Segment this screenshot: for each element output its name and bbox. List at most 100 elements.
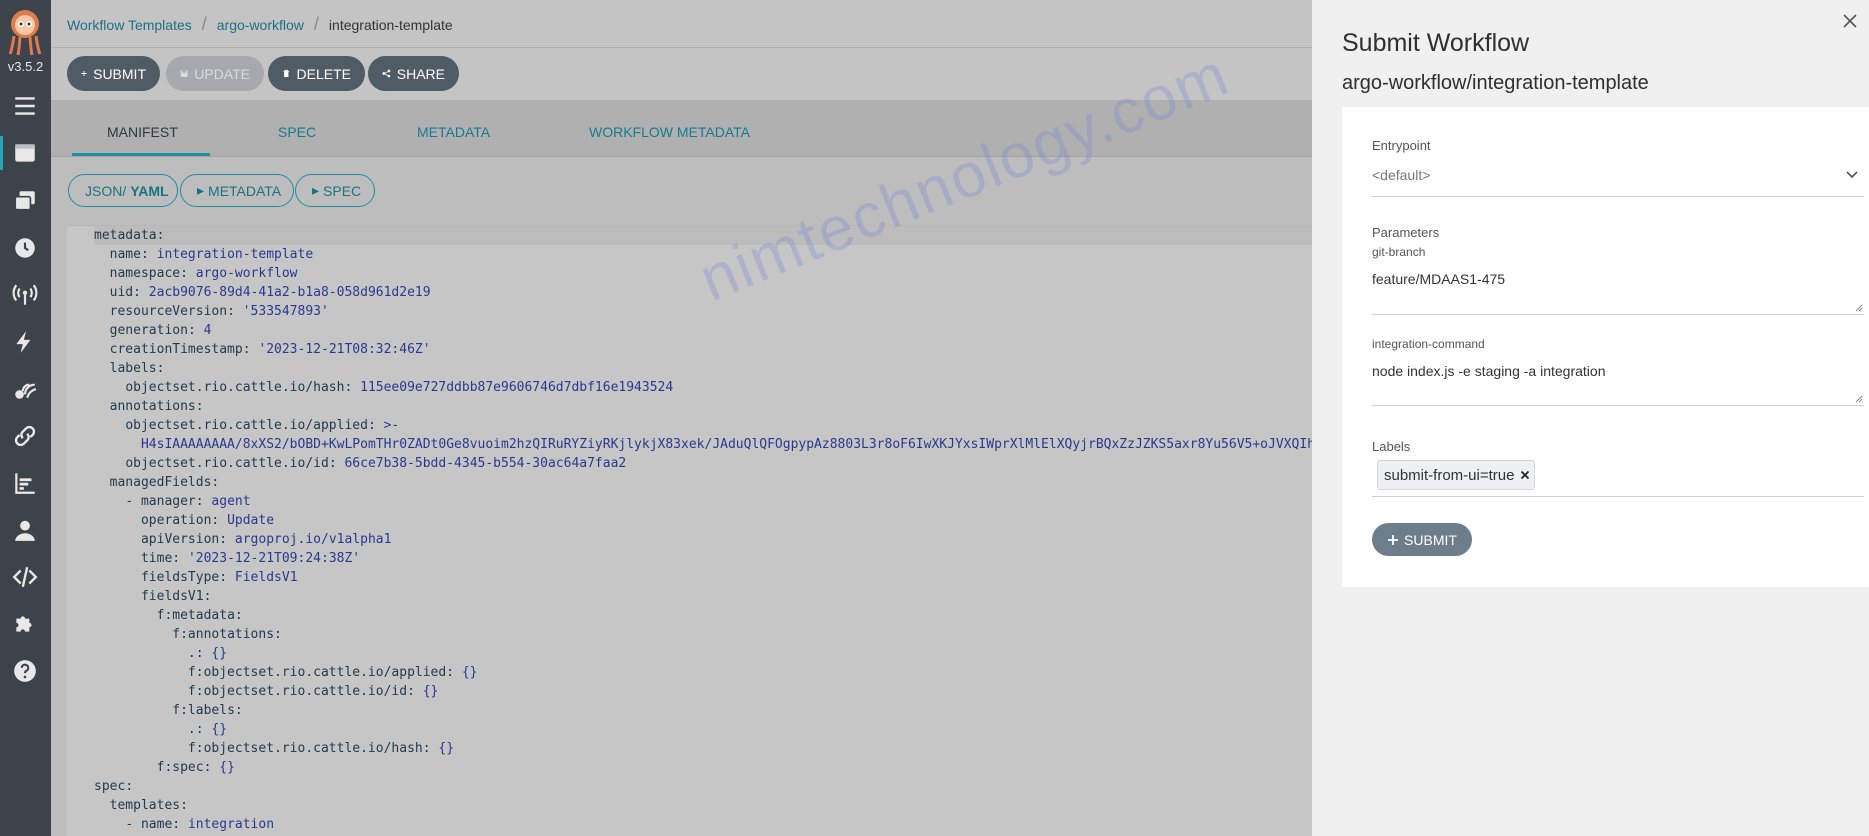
nav-event-sources-icon[interactable] [5,277,45,313]
nav-workflow-templates-icon[interactable] [5,135,45,171]
metadata-toggle[interactable]: ▸ METADATA [180,174,294,207]
tab-spec[interactable]: SPEC [278,124,316,140]
breadcrumb-workflow-templates[interactable]: Workflow Templates [67,17,192,33]
parameters-label: Parameters [1372,225,1440,240]
manifest-separator: : [156,361,165,376]
labels-underline [1372,496,1864,497]
param-git-branch-input[interactable]: feature/MDAAS1-475 [1372,271,1505,287]
manifest-key: creationTimestamp [109,342,243,357]
tab-workflow-metadata[interactable]: WORKFLOW METADATA [589,124,750,140]
manifest-value: 4 [203,323,212,338]
close-icon[interactable] [1839,10,1861,32]
manifest-key: resourceVersion [109,304,228,319]
manifest-indent [94,741,188,756]
nav-cluster-templates-icon[interactable] [5,183,45,219]
submit-button-label: SUBMIT [93,65,146,82]
manifest-indent [94,646,188,661]
manifest-separator: : [219,532,235,547]
git-branch-underline [1372,314,1864,315]
manifest-key: templates [109,798,181,813]
json-label: JSON/ [85,182,127,199]
argo-logo-icon[interactable] [4,6,46,56]
manifest-indent [94,608,157,623]
manifest-key: name [109,247,141,262]
manifest-separator: : [203,760,220,775]
manifest-value: '533547893' [242,304,329,319]
manifest-line: fieldsType: FieldsV1 [94,568,1312,587]
nav-menu-icon[interactable] [5,88,45,124]
tab-manifest[interactable]: MANIFEST [107,124,178,140]
manifest-key: managedFields [109,475,212,490]
nav-sensors-icon[interactable] [5,324,45,360]
trash-icon [283,69,290,78]
submit-workflow-button[interactable]: SUBMIT [1372,523,1472,556]
manifest-key: f:objectset.rio.cattle.io/applied [187,665,447,680]
manifest-line: uid: 2acb9076-89d4-41a2-b1a8-058d961d2e1… [94,283,1312,302]
manifest-separator: : [195,399,204,414]
manifest-separator: : [242,342,259,357]
manifest-separator: : [133,285,149,300]
manifest-indent [94,361,110,376]
manifest-value: {} [211,722,228,737]
manifest-key: operation [140,513,212,528]
nav-event-flow-icon[interactable] [5,371,45,407]
manifest-key: f:objectset.rio.cattle.io/id [187,684,408,699]
manifest-line: templates: [94,796,1312,815]
manifest-line: metadata: [94,226,1312,245]
nav-user-icon[interactable] [5,512,45,548]
view-toggle-bar: JSON/YAML ▸ METADATA ▸ SPEC [51,157,1312,225]
share-button[interactable]: SHARE [368,56,459,91]
manifest-line: H4sIAAAAAAAA/8xXS2/bOBD+KwLPomTHr0ZADt0G… [94,435,1312,454]
manifest-key: labels [109,361,157,376]
breadcrumb-namespace[interactable]: argo-workflow [217,17,304,33]
resize-handle-icon[interactable] [1855,304,1863,312]
submit-button[interactable]: SUBMIT [67,56,160,91]
param-integration-command-input[interactable]: node index.js -e staging -a integration [1372,363,1605,379]
manifest-line: f:labels: [94,701,1312,720]
manifest-key: f:labels [172,703,235,718]
spec-toggle[interactable]: ▸ SPEC [295,174,375,207]
manifest-separator: : [125,779,134,794]
manifest-indent [94,323,110,338]
manifest-indent [94,399,110,414]
manifest-value: {} [461,665,478,680]
nav-help-icon[interactable] [5,653,45,689]
manifest-line: objectset.rio.cattle.io/applied: >- [94,416,1312,435]
manifest-value: H4sIAAAAAAAA/8xXS2/bOBD+KwLPomTHr0ZADt0G… [140,437,1312,452]
nav-plugins-icon[interactable] [5,606,45,642]
manifest-value: Update [227,513,275,528]
caret-right-icon: ▸ [312,182,320,198]
manifest-separator: : [234,608,243,623]
plus-icon [81,70,87,77]
nav-cron-workflows-icon[interactable] [5,230,45,266]
manifest-line: fieldsV1: [94,587,1312,606]
share-icon [382,69,391,78]
manifest-indent [94,475,110,490]
manifest-indent [94,494,125,509]
nav-api-docs-icon[interactable] [5,559,45,595]
resize-handle-icon[interactable] [1855,395,1863,403]
manifest-key: namespace [109,266,181,281]
nav-reports-icon[interactable] [5,465,45,501]
chevron-down-icon[interactable] [1845,170,1859,180]
delete-button[interactable]: DELETE [268,56,365,91]
update-button[interactable]: UPDATE [166,56,264,91]
manifest-line: - manager: agent [94,492,1312,511]
entrypoint-select[interactable]: <default> [1372,167,1430,183]
remove-label-icon[interactable] [1520,470,1530,480]
manifest-editor[interactable]: metadata: name: integration-template nam… [67,225,1312,836]
breadcrumb-current: integration-template [328,16,453,33]
caret-right-icon: ▸ [197,182,205,198]
manifest-indent [94,627,172,642]
manifest-line: objectset.rio.cattle.io/id: 66ce7b38-5bd… [94,454,1312,473]
manifest-separator: : [180,798,188,813]
nav-active-indicator [0,136,3,170]
manifest-value: {} [219,760,235,775]
nav-link-icon[interactable] [5,418,45,454]
manifest-indent [94,266,110,281]
manifest-indent [94,456,125,471]
json-yaml-toggle[interactable]: JSON/YAML [68,174,178,207]
manifest-line: .: {} [94,644,1312,663]
manifest-key: spec [94,779,126,794]
tab-metadata[interactable]: METADATA [417,124,490,140]
